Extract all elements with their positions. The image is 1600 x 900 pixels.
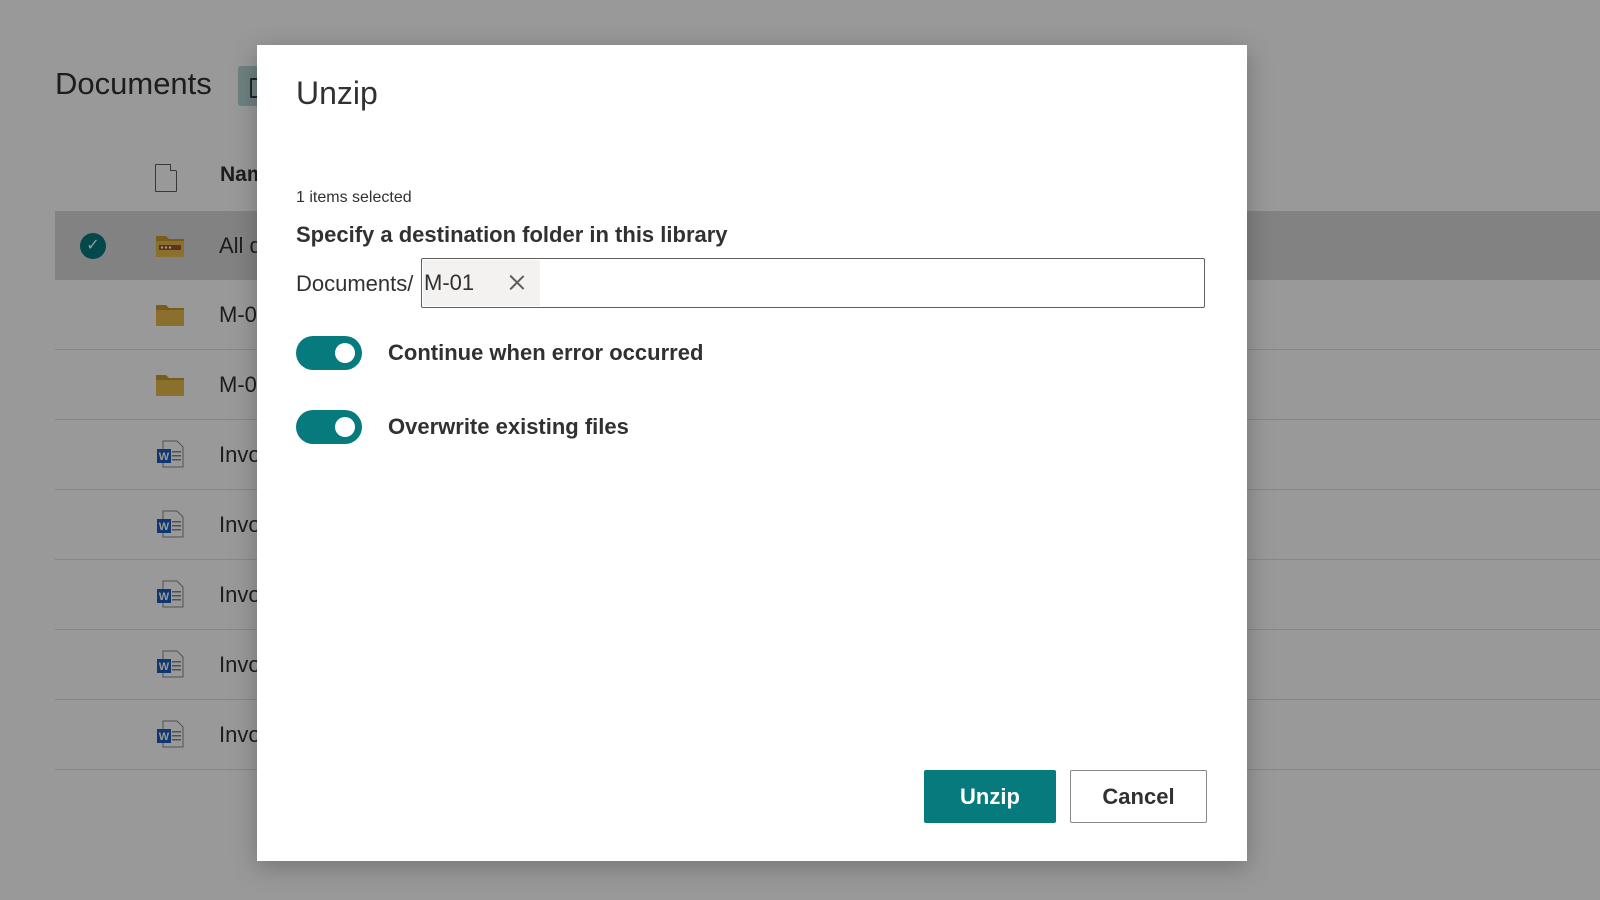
destination-label: Specify a destination folder in this lib… <box>296 222 728 247</box>
items-selected-count: 1 items selected <box>296 189 412 206</box>
overwrite-files-row: Overwrite existing files <box>296 409 629 445</box>
destination-path-prefix: Documents/ <box>296 271 414 296</box>
unzip-dialog: Unzip 1 items selected Specify a destina… <box>257 45 1247 861</box>
page: Documents Name ✓ All documents M-01 <box>0 0 1600 900</box>
overwrite-files-label: Overwrite existing files <box>388 414 629 439</box>
continue-on-error-row: Continue when error occurred <box>296 335 703 371</box>
destination-folder-chip: M-01 <box>423 260 540 306</box>
dialog-title: Unzip <box>296 75 378 111</box>
close-icon[interactable] <box>505 270 529 294</box>
destination-folder-name: M-01 <box>424 270 475 295</box>
cancel-button[interactable]: Cancel <box>1070 770 1207 823</box>
toggle-knob <box>335 417 355 437</box>
unzip-button[interactable]: Unzip <box>924 770 1056 823</box>
continue-on-error-label: Continue when error occurred <box>388 340 704 365</box>
overwrite-files-toggle[interactable] <box>296 410 362 444</box>
toggle-knob <box>335 343 355 363</box>
continue-on-error-toggle[interactable] <box>296 336 362 370</box>
destination-folder-picker[interactable]: M-01 <box>421 258 1205 308</box>
